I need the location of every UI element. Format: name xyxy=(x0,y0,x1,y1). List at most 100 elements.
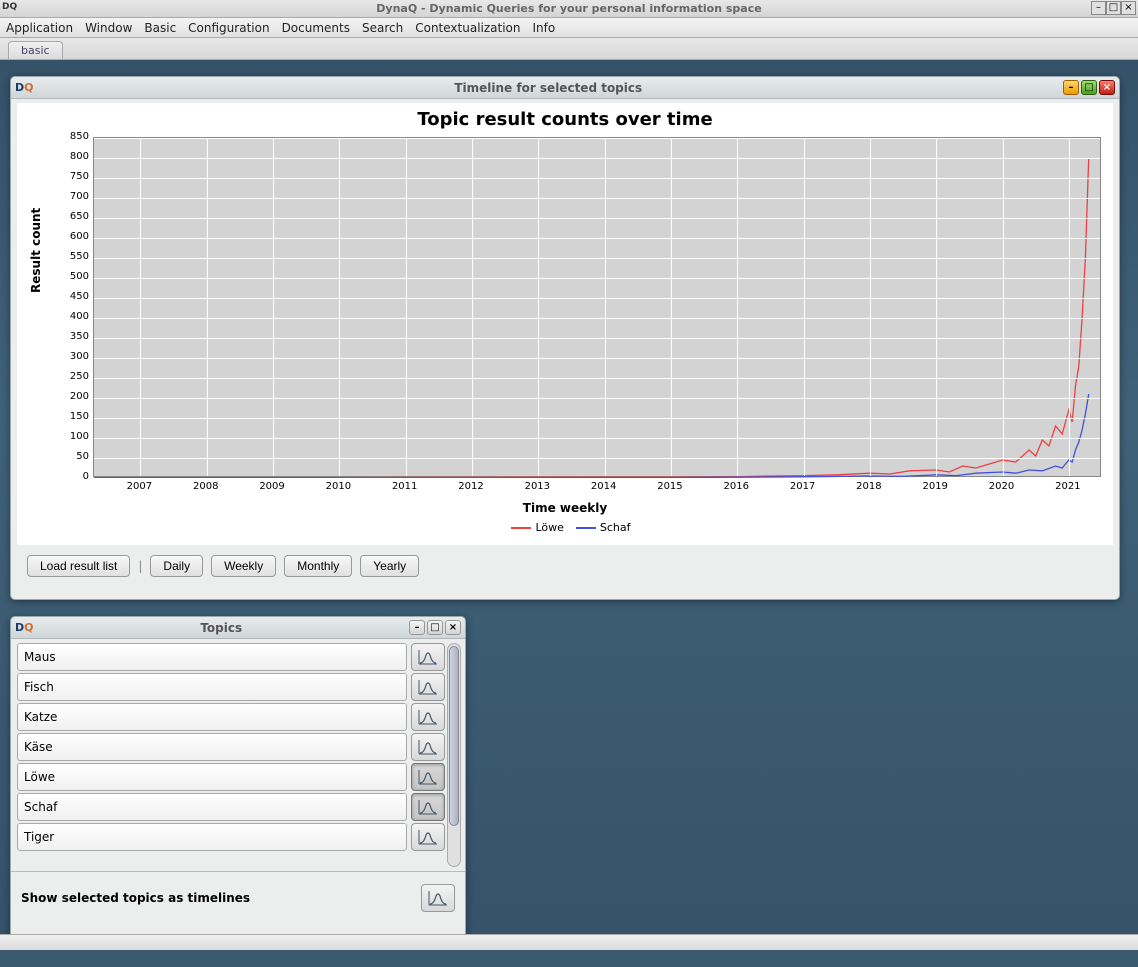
y-tick-label: 450 xyxy=(59,291,89,302)
timeline-window: DQ Timeline for selected topics – □ × To… xyxy=(10,76,1120,600)
y-tick-label: 100 xyxy=(59,431,89,442)
topics-maximize-button[interactable]: □ xyxy=(427,620,443,635)
x-tick-label: 2008 xyxy=(186,481,226,492)
y-tick-label: 400 xyxy=(59,311,89,322)
topic-toggle-button[interactable] xyxy=(411,643,445,671)
app-logo-icon: DQ xyxy=(2,2,17,12)
distribution-icon xyxy=(418,739,438,755)
topics-window-title: Topics xyxy=(34,621,410,635)
y-tick-label: 550 xyxy=(59,251,89,262)
topics-scrollbar[interactable] xyxy=(447,643,461,867)
topic-input[interactable]: Maus xyxy=(17,643,407,671)
chart-title: Topic result counts over time xyxy=(17,103,1113,130)
show-timelines-button[interactable] xyxy=(421,884,455,912)
legend-label: Löwe xyxy=(535,521,563,534)
plot-canvas xyxy=(93,137,1101,477)
topic-toggle-button[interactable] xyxy=(411,763,445,791)
distribution-icon xyxy=(418,799,438,815)
x-axis-label: Time weekly xyxy=(17,501,1113,515)
menu-search[interactable]: Search xyxy=(362,21,403,35)
timeline-titlebar[interactable]: DQ Timeline for selected topics – □ × xyxy=(11,77,1119,99)
y-tick-label: 300 xyxy=(59,351,89,362)
daily-button[interactable]: Daily xyxy=(150,555,203,577)
topic-row: Fisch xyxy=(17,673,445,701)
y-tick-label: 350 xyxy=(59,331,89,342)
legend-label: Schaf xyxy=(600,521,631,534)
distribution-icon xyxy=(418,709,438,725)
menu-window[interactable]: Window xyxy=(85,21,132,35)
toolbar-separator: | xyxy=(138,559,142,573)
load-result-list-button[interactable]: Load result list xyxy=(27,555,130,577)
tab-basic[interactable]: basic xyxy=(8,41,63,59)
topic-row: Maus xyxy=(17,643,445,671)
topic-toggle-button[interactable] xyxy=(411,733,445,761)
topic-row: Käse xyxy=(17,733,445,761)
topics-footer: Show selected topics as timelines xyxy=(11,871,465,924)
y-tick-label: 750 xyxy=(59,171,89,182)
y-tick-label: 600 xyxy=(59,231,89,242)
topic-input[interactable]: Käse xyxy=(17,733,407,761)
legend-swatch xyxy=(576,527,596,529)
x-tick-label: 2011 xyxy=(385,481,425,492)
topic-input[interactable]: Katze xyxy=(17,703,407,731)
x-tick-label: 2010 xyxy=(318,481,358,492)
distribution-icon xyxy=(418,829,438,845)
app-maximize-button[interactable]: □ xyxy=(1106,1,1121,15)
x-tick-label: 2015 xyxy=(650,481,690,492)
x-tick-label: 2014 xyxy=(584,481,624,492)
y-tick-label: 500 xyxy=(59,271,89,282)
show-timelines-label: Show selected topics as timelines xyxy=(21,891,250,905)
topics-minimize-button[interactable]: – xyxy=(409,620,425,635)
x-tick-label: 2009 xyxy=(252,481,292,492)
menu-documents[interactable]: Documents xyxy=(282,21,350,35)
y-tick-label: 0 xyxy=(59,471,89,482)
y-tick-label: 50 xyxy=(59,451,89,462)
topic-row: Löwe xyxy=(17,763,445,791)
menu-basic[interactable]: Basic xyxy=(144,21,176,35)
timeline-window-title: Timeline for selected topics xyxy=(34,81,1064,95)
topic-toggle-button[interactable] xyxy=(411,703,445,731)
monthly-button[interactable]: Monthly xyxy=(284,555,352,577)
y-tick-label: 800 xyxy=(59,151,89,162)
menu-info[interactable]: Info xyxy=(533,21,556,35)
app-minimize-button[interactable]: – xyxy=(1091,1,1106,15)
x-tick-label: 2017 xyxy=(783,481,823,492)
timeline-maximize-button[interactable]: □ xyxy=(1081,80,1097,95)
menu-configuration[interactable]: Configuration xyxy=(188,21,269,35)
x-tick-label: 2020 xyxy=(982,481,1022,492)
topic-input[interactable]: Löwe xyxy=(17,763,407,791)
topic-input[interactable]: Tiger xyxy=(17,823,407,851)
y-tick-label: 650 xyxy=(59,211,89,222)
topic-input[interactable]: Schaf xyxy=(17,793,407,821)
distribution-icon xyxy=(418,769,438,785)
topic-toggle-button[interactable] xyxy=(411,793,445,821)
status-bar xyxy=(0,934,1138,950)
tab-bar: basic xyxy=(0,38,1138,60)
topic-row: Schaf xyxy=(17,793,445,821)
chart-area: Topic result counts over time Result cou… xyxy=(17,103,1113,545)
y-axis-label: Result count xyxy=(29,208,43,293)
weekly-button[interactable]: Weekly xyxy=(211,555,276,577)
y-tick-label: 150 xyxy=(59,411,89,422)
y-tick-label: 700 xyxy=(59,191,89,202)
dq-logo-icon: DQ xyxy=(15,81,34,94)
app-close-button[interactable]: × xyxy=(1121,1,1136,15)
x-tick-label: 2012 xyxy=(451,481,491,492)
menu-contextualization[interactable]: Contextualization xyxy=(415,21,520,35)
topics-close-button[interactable]: × xyxy=(445,620,461,635)
x-tick-label: 2018 xyxy=(849,481,889,492)
menu-application[interactable]: Application xyxy=(6,21,73,35)
x-tick-label: 2016 xyxy=(716,481,756,492)
distribution-icon xyxy=(418,679,438,695)
topic-toggle-button[interactable] xyxy=(411,673,445,701)
topic-input[interactable]: Fisch xyxy=(17,673,407,701)
timeline-close-button[interactable]: × xyxy=(1099,80,1115,95)
topic-toggle-button[interactable] xyxy=(411,823,445,851)
yearly-button[interactable]: Yearly xyxy=(360,555,419,577)
timeline-minimize-button[interactable]: – xyxy=(1063,80,1079,95)
app-titlebar: DQ DynaQ - Dynamic Queries for your pers… xyxy=(0,0,1138,18)
app-title: DynaQ - Dynamic Queries for your persona… xyxy=(0,2,1138,15)
y-tick-label: 250 xyxy=(59,371,89,382)
menubar: Application Window Basic Configuration Docum… xyxy=(0,18,1138,38)
topics-titlebar[interactable]: DQ Topics – □ × xyxy=(11,617,465,639)
